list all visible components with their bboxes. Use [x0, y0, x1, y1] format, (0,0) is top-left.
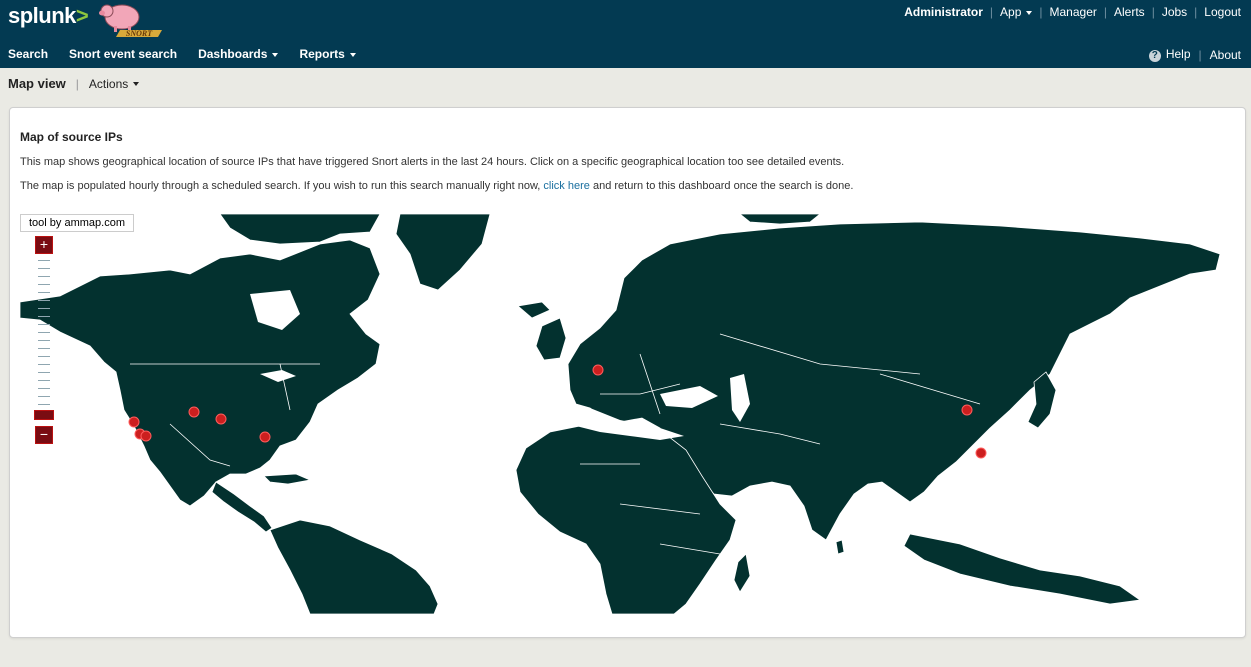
- action-bar: Map view | Actions: [8, 76, 140, 91]
- user-menu[interactable]: Administrator: [904, 5, 983, 19]
- south-america: [269, 519, 439, 614]
- panel-title: Map of source IPs: [20, 130, 123, 144]
- separator: |: [1151, 5, 1155, 19]
- snort-pig-logo[interactable]: SNORT: [94, 0, 166, 40]
- separator: |: [1039, 5, 1043, 19]
- map-marker[interactable]: [975, 447, 987, 459]
- zoom-tick: [38, 332, 50, 333]
- view-title: Map view: [8, 76, 66, 91]
- chevron-down-icon: [349, 52, 356, 57]
- logo-text: splunk: [8, 3, 76, 28]
- alerts-link[interactable]: Alerts: [1114, 5, 1145, 19]
- zoom-out-button[interactable]: −: [35, 426, 53, 444]
- southeast-asia-islands: [903, 533, 1142, 605]
- zoom-control: + −: [34, 236, 54, 444]
- map-marker[interactable]: [259, 431, 271, 443]
- map-marker[interactable]: [140, 430, 152, 442]
- separator: |: [1194, 5, 1198, 19]
- world-map[interactable]: tool by ammap.com + −: [20, 214, 1230, 614]
- note-before-link: The map is populated hourly through a sc…: [20, 180, 541, 192]
- zoom-tick: [38, 356, 50, 357]
- logout-link[interactable]: Logout: [1204, 5, 1241, 19]
- map-marker[interactable]: [188, 406, 200, 418]
- north-america: [20, 239, 381, 507]
- nav-reports[interactable]: Reports: [299, 47, 356, 61]
- jobs-link[interactable]: Jobs: [1162, 5, 1187, 19]
- british-isles: [535, 317, 567, 361]
- land-shapes: [20, 214, 1221, 614]
- zoom-tick: [38, 404, 50, 405]
- right-nav: ? Help | About: [1148, 47, 1241, 62]
- panel-note: The map is populated hourly through a sc…: [20, 180, 853, 192]
- about-link[interactable]: About: [1210, 48, 1241, 62]
- main-nav: Search Snort event search Dashboards Rep…: [8, 47, 377, 61]
- chevron-down-icon: [1026, 10, 1033, 15]
- zoom-tick: [38, 364, 50, 365]
- iceland: [517, 301, 551, 319]
- zoom-tick: [38, 268, 50, 269]
- separator: |: [75, 76, 79, 91]
- zoom-tick: [38, 316, 50, 317]
- separator: |: [1198, 47, 1202, 62]
- ammap-credit[interactable]: tool by ammap.com: [20, 214, 134, 232]
- zoom-tick: [38, 372, 50, 373]
- zoom-tick: [38, 388, 50, 389]
- map-marker[interactable]: [215, 413, 227, 425]
- central-america: [211, 481, 273, 533]
- map-marker[interactable]: [128, 416, 140, 428]
- arctic-russia-islands: [739, 214, 821, 225]
- map-marker[interactable]: [592, 364, 604, 376]
- chevron-down-icon: [133, 82, 140, 87]
- arctic-islands: [219, 214, 381, 245]
- zoom-tick: [38, 324, 50, 325]
- zoom-tick: [38, 284, 50, 285]
- zoom-tick: [38, 260, 50, 261]
- manager-link[interactable]: Manager: [1050, 5, 1097, 19]
- zoom-tick: [38, 308, 50, 309]
- map-panel: Map of source IPs This map shows geograp…: [9, 107, 1246, 638]
- zoom-tick: [38, 292, 50, 293]
- zoom-tick: [38, 396, 50, 397]
- app-menu-label: App: [1000, 5, 1022, 19]
- zoom-tick: [38, 380, 50, 381]
- run-search-link[interactable]: click here: [543, 180, 589, 192]
- nav-snort-event-search[interactable]: Snort event search: [69, 47, 177, 61]
- zoom-tick: [38, 276, 50, 277]
- world-map-svg[interactable]: [20, 214, 1230, 614]
- zoom-slider-handle[interactable]: [34, 410, 54, 420]
- zoom-tick: [38, 340, 50, 341]
- snort-logo-text: SNORT: [126, 29, 153, 38]
- separator: |: [1103, 5, 1107, 19]
- chevron-down-icon: [272, 52, 279, 57]
- logo-chevron: >: [75, 3, 89, 28]
- note-after-link: and return to this dashboard once the se…: [592, 180, 854, 192]
- zoom-tick: [38, 348, 50, 349]
- app-header: splunk> SNORT Administrator | App | Mana…: [0, 0, 1251, 68]
- nav-dashboards-label: Dashboards: [198, 47, 268, 61]
- sri-lanka: [835, 539, 845, 555]
- help-icon: ?: [1148, 50, 1161, 62]
- actions-menu[interactable]: Actions: [88, 76, 140, 91]
- separator: |: [989, 5, 994, 19]
- splunk-logo[interactable]: splunk>: [8, 3, 89, 29]
- panel-description: This map shows geographical location of …: [20, 156, 845, 168]
- madagascar: [733, 553, 751, 593]
- nav-reports-label: Reports: [299, 47, 345, 61]
- nav-search[interactable]: Search: [8, 47, 48, 61]
- map-marker[interactable]: [961, 404, 973, 416]
- greenland: [395, 214, 491, 291]
- caribbean: [263, 473, 312, 485]
- help-label: Help: [1165, 47, 1191, 61]
- top-links: Administrator | App | Manager | Alerts |…: [904, 5, 1241, 19]
- nav-dashboards[interactable]: Dashboards: [198, 47, 279, 61]
- app-menu[interactable]: App: [1000, 5, 1033, 19]
- zoom-in-button[interactable]: +: [35, 236, 53, 254]
- help-link[interactable]: ? Help: [1148, 47, 1191, 62]
- zoom-tick: [38, 300, 50, 301]
- actions-label: Actions: [88, 76, 129, 91]
